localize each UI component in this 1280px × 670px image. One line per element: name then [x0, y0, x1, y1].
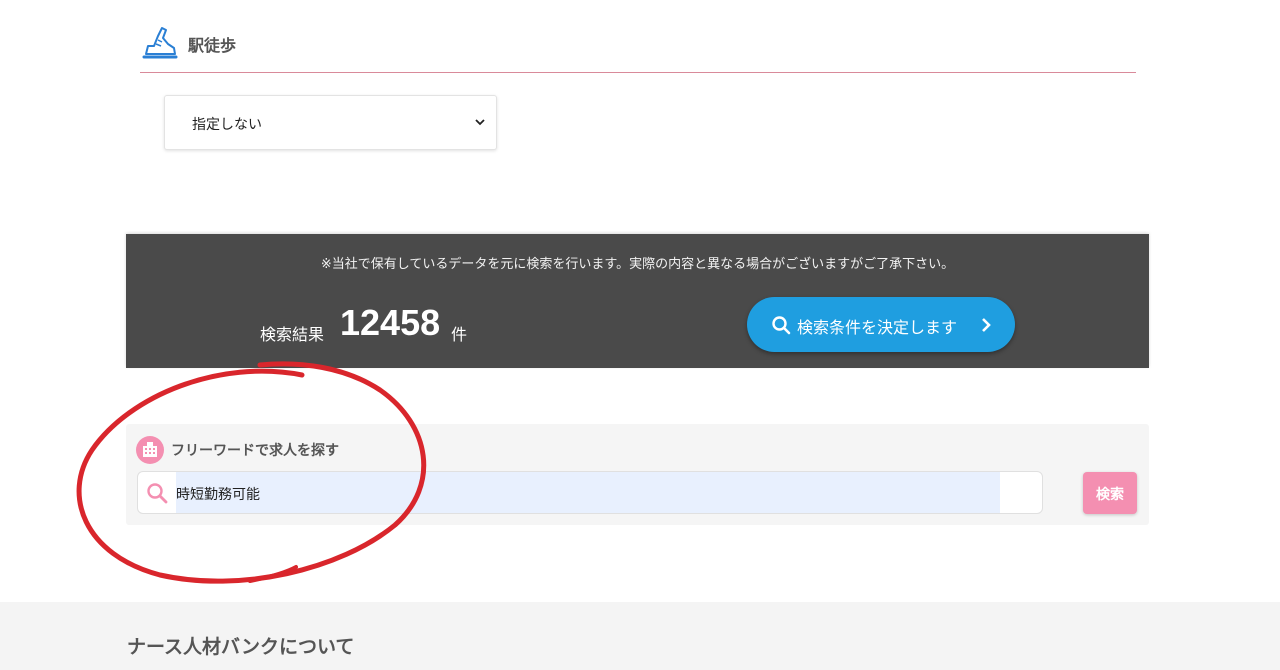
chevron-down-icon — [475, 119, 485, 126]
decide-conditions-button[interactable]: 検索条件を決定します — [747, 297, 1015, 352]
freeword-search-button-label: 検索 — [1096, 487, 1124, 503]
walk-section-header: 駅徒歩 — [140, 22, 1136, 73]
result-count: 12458 — [340, 302, 441, 343]
walk-distance-select[interactable]: 指定しない — [164, 95, 497, 150]
chevron-right-icon — [982, 318, 991, 332]
search-icon — [147, 483, 168, 504]
decide-conditions-label: 検索条件を決定します — [797, 318, 958, 337]
freeword-input[interactable]: 時短勤務可能 — [137, 471, 1043, 514]
autofill-highlight — [176, 472, 1000, 513]
freeword-input-value: 時短勤務可能 — [176, 487, 260, 503]
footer-band: ナース人材バンクについて — [0, 602, 1280, 670]
result-disclaimer: ※当社で保有しているデータを元に検索を行います。実際の内容と異なる場合がございま… — [320, 257, 955, 272]
result-label: 検索結果 — [260, 325, 325, 344]
result-band: ※当社で保有しているデータを元に検索を行います。実際の内容と異なる場合がございま… — [126, 234, 1149, 368]
walk-section-title: 駅徒歩 — [188, 36, 237, 55]
walk-distance-select-value: 指定しない — [192, 117, 262, 133]
shoe-icon — [142, 27, 178, 59]
freeword-search-panel: フリーワードで求人を探す 時短勤務可能 検索 — [126, 424, 1149, 525]
footer-title: ナース人材バンクについて — [127, 636, 355, 658]
result-unit: 件 — [451, 325, 468, 344]
freeword-search-button[interactable]: 検索 — [1083, 472, 1137, 514]
freeword-title: フリーワードで求人を探す — [171, 443, 339, 459]
building-icon — [136, 436, 164, 464]
search-icon — [772, 316, 791, 335]
